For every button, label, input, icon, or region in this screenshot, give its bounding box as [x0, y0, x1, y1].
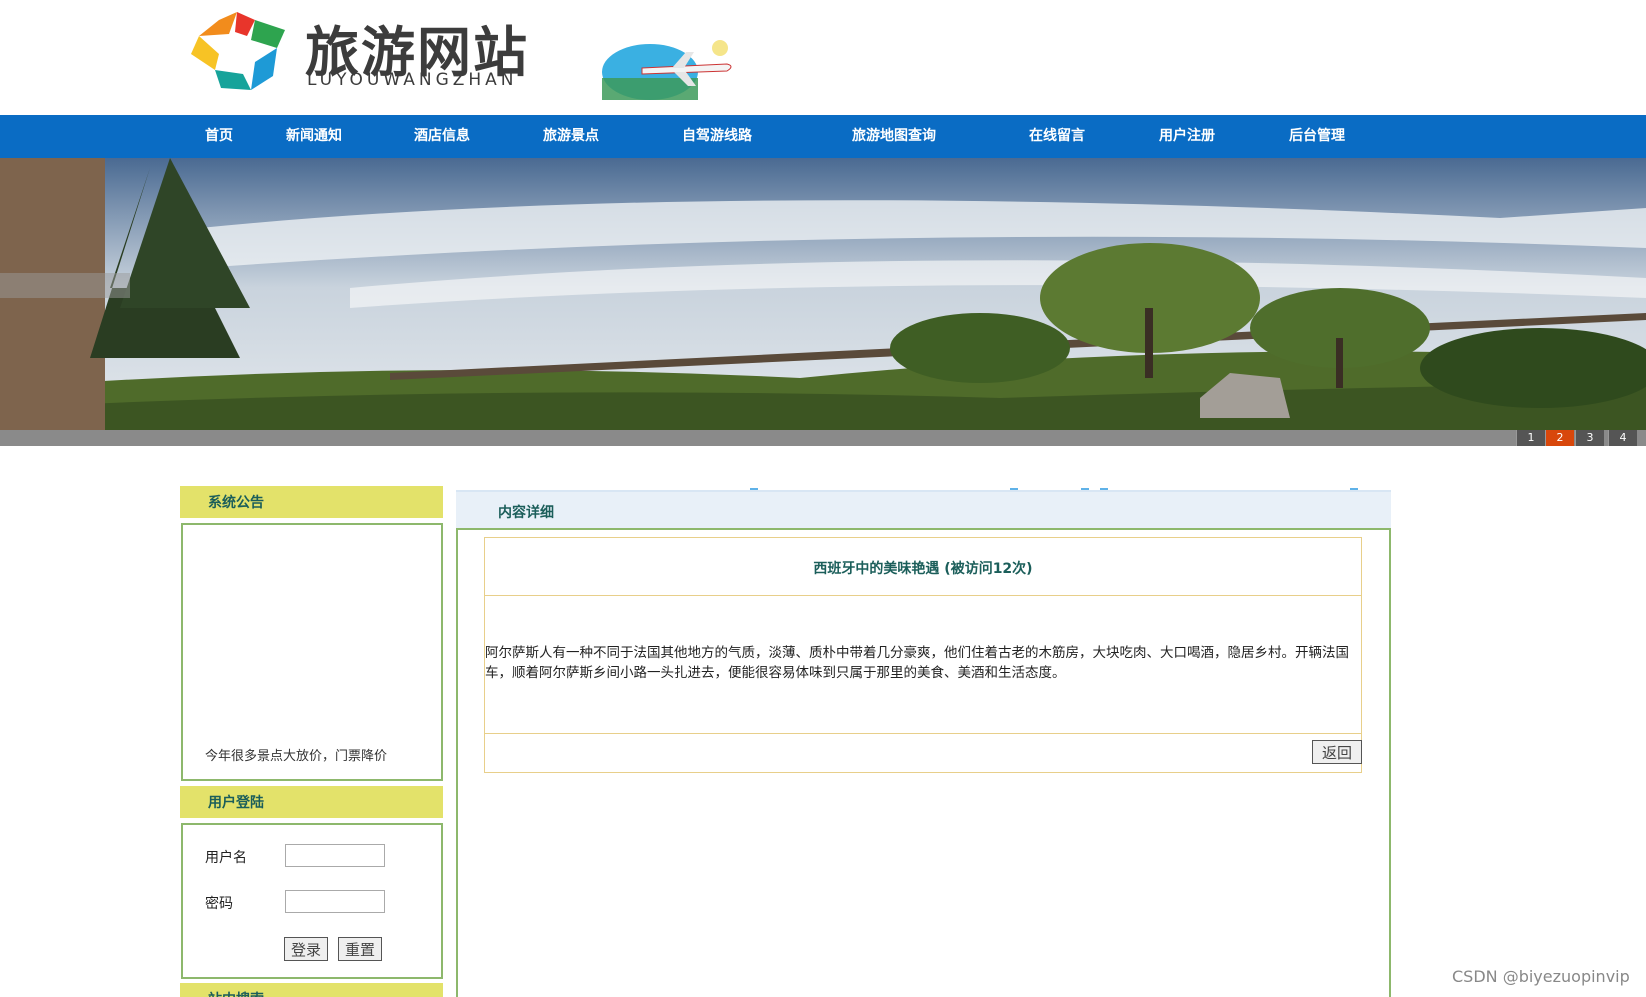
login-heading: 用户登陆 — [180, 786, 443, 820]
site-subtitle: LUYOUWANGZHAN — [307, 70, 518, 90]
article-title-row: 西班牙中的美味艳遇 (被访问12次) — [485, 538, 1361, 596]
slider-page-1[interactable]: 1 — [1516, 430, 1545, 446]
article-detail-table: 西班牙中的美味艳遇 (被访问12次) 阿尔萨斯人有一种不同于法国其他地方的气质，… — [484, 537, 1362, 773]
nav-item-hotels[interactable]: 酒店信息 — [414, 115, 470, 158]
reset-button[interactable]: 重置 — [338, 937, 383, 961]
slider-page-2[interactable]: 2 — [1545, 430, 1574, 446]
nav-item-register[interactable]: 用户注册 — [1159, 115, 1215, 158]
search-heading: 站内搜索 — [180, 983, 443, 997]
password-label: 密码 — [205, 896, 233, 912]
watermark-text: CSDN @biyezuopinvip — [1452, 967, 1630, 986]
nav-item-map-search[interactable]: 旅游地图查询 — [852, 115, 936, 158]
slider-page-3[interactable]: 3 — [1575, 430, 1604, 446]
site-header: 旅游网站 LUYOUWANGZHAN — [0, 0, 1646, 115]
notice-marquee-text[interactable]: 今年很多景点大放价，门票降价 — [205, 745, 387, 764]
login-button[interactable]: 登录 — [284, 937, 329, 961]
nav-item-admin[interactable]: 后台管理 — [1289, 115, 1345, 158]
article-body-row: 阿尔萨斯人有一种不同于法国其他地方的气质，淡薄、质朴中带着几分豪爽，他们住着古老… — [485, 596, 1361, 734]
content-section-header: 内容详细 — [456, 490, 1391, 528]
hero-banner-image — [0, 158, 1646, 446]
nav-item-messages[interactable]: 在线留言 — [1029, 115, 1085, 158]
search-panel-clip: 站内搜索 — [180, 983, 443, 997]
login-panel: 用户名 密码 登录 重置 — [181, 823, 443, 979]
nav-item-news[interactable]: 新闻通知 — [286, 115, 342, 158]
username-field[interactable] — [285, 844, 385, 867]
nav-item-attractions[interactable]: 旅游景点 — [543, 115, 599, 158]
notice-panel: 今年很多景点大放价，门票降价 — [181, 523, 443, 781]
nav-item-home[interactable]: 首页 — [205, 115, 233, 158]
username-label: 用户名 — [205, 850, 247, 866]
nav-item-self-drive-routes[interactable]: 自驾游线路 — [682, 115, 752, 158]
slider-bar — [0, 430, 1646, 446]
password-field[interactable] — [285, 890, 385, 913]
article-title: 西班牙中的美味艳遇 (被访问12次) — [813, 561, 1033, 577]
article-body: 阿尔萨斯人有一种不同于法国其他地方的气质，淡薄、质朴中带着几分豪爽，他们住着古老… — [485, 645, 1349, 681]
content-section-title: 内容详细 — [498, 505, 554, 521]
site-logo-icon — [191, 12, 285, 90]
notice-heading: 系统公告 — [180, 486, 443, 520]
slider-page-4[interactable]: 4 — [1608, 430, 1637, 446]
airplane-icon — [602, 40, 732, 100]
back-button[interactable]: 返回 — [1312, 740, 1362, 764]
main-navbar: 首页 新闻通知 酒店信息 旅游景点 自驾游线路 旅游地图查询 在线留言 用户注册… — [0, 115, 1646, 158]
